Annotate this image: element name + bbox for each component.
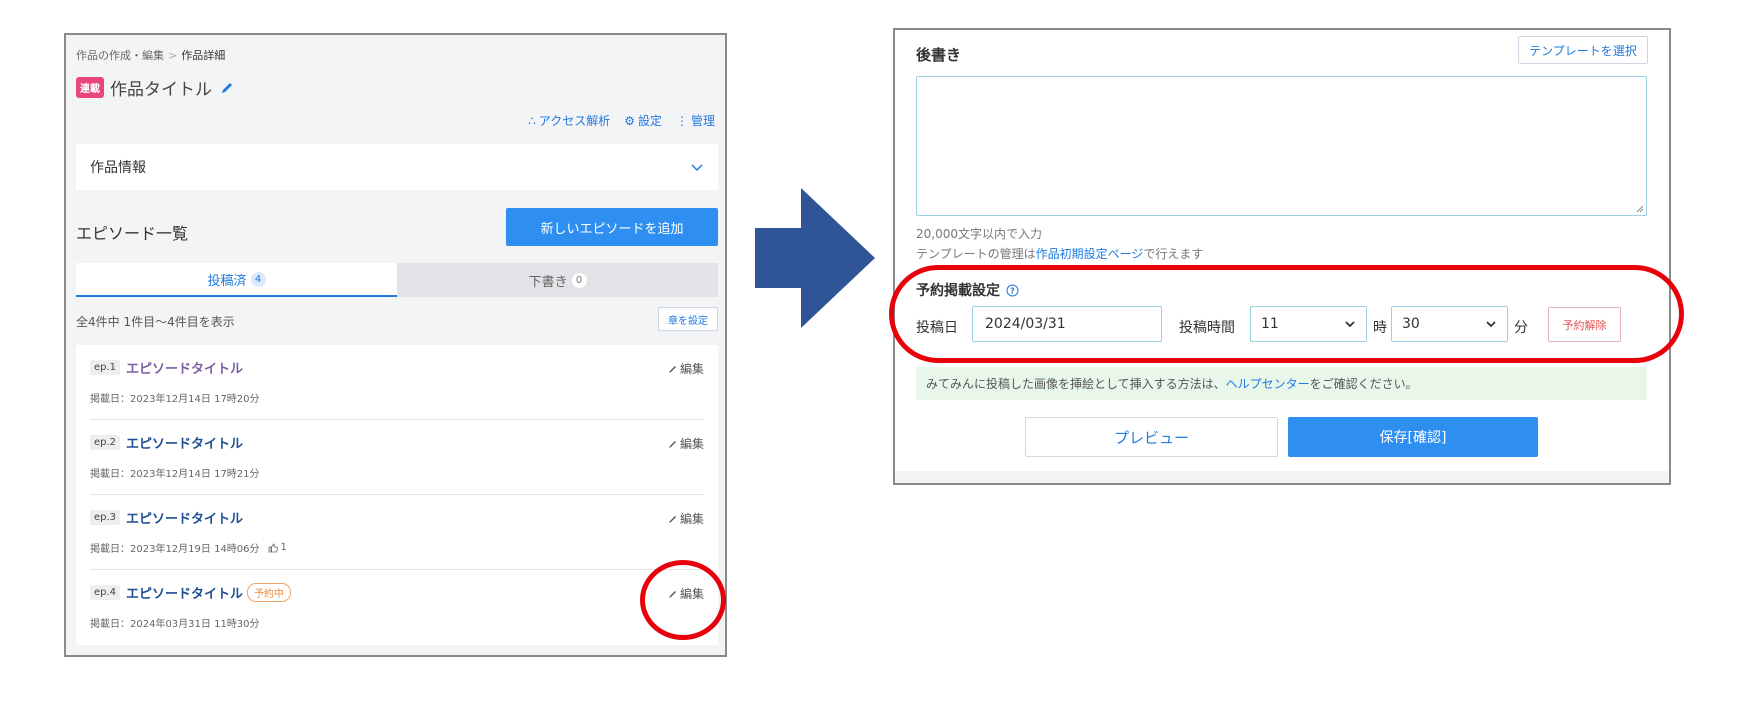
episode-number: ep.2 [90,435,121,450]
episode-title-row: ep.4 エピソードタイトル 予約中 [90,583,292,602]
breadcrumb: 作品の作成・編集 > 作品詳細 [76,47,225,63]
work-info-label: 作品情報 [90,160,146,176]
template-hint: テンプレートの管理は作品初期設定ページで行えます [916,245,1203,262]
list-item: ep.3 エピソードタイトル 掲載日：2023年12月19日 14時06分 1 … [90,495,704,570]
edit-label: 編集 [679,512,704,526]
template-hint-after: で行えます [1143,247,1204,261]
episode-editor-screenshot: 後書き テンプレートを選択 20,000文字以内で入力 テンプレートの管理は作品… [893,28,1671,485]
add-episode-button[interactable]: 新しいエピソードを追加 [506,208,718,246]
edit-episode-link[interactable]: 編集 [668,435,704,452]
chevron-down-icon [691,164,703,172]
episode-list-heading: エピソード一覧 [76,224,189,243]
episode-title-link[interactable]: エピソードタイトル [126,508,243,527]
tab-published-label: 投稿済 [207,273,247,289]
pencil-icon [668,365,676,373]
like-count: 1 [280,542,287,553]
edit-episode-link[interactable]: 編集 [668,360,704,377]
pencil-icon [668,440,676,448]
pencil-icon [668,515,676,523]
episode-title-link[interactable]: エピソードタイトル [126,433,243,452]
edit-label: 編集 [679,437,704,451]
highlight-circle-edit [640,560,726,640]
afterword-textarea[interactable] [916,76,1647,216]
info-after: をご確認ください。 [1309,377,1418,391]
chart-icon: ∴ [528,114,536,128]
result-summary: 全4件中 1件目〜4件目を表示 [76,315,235,329]
panel-footer-strip [895,471,1669,483]
char-limit-hint: 20,000文字以内で入力 [916,227,1042,241]
episode-date: 掲載日：2023年12月14日 17時20分 [90,390,260,405]
initial-settings-link[interactable]: 作品初期設定ページ [1036,247,1144,261]
save-confirm-button[interactable]: 保存[確認] [1288,417,1538,457]
settings-link[interactable]: ⚙ 設定 [624,112,662,129]
tab-published-count: 4 [250,271,266,287]
episode-title-link[interactable]: エピソードタイトル [126,583,243,602]
tab-drafts[interactable]: 下書き 0 [397,263,718,297]
episode-title-row: ep.2 エピソードタイトル [90,433,243,452]
edit-episode-link[interactable]: 編集 [668,510,704,527]
episode-date: 掲載日：2024年03月31日 11時30分 [90,615,260,630]
episode-date-text: 掲載日：2023年12月14日 17時20分 [90,394,260,405]
list-item: ep.4 エピソードタイトル 予約中 掲載日：2024年03月31日 11時30… [90,570,704,645]
episode-date-text: 掲載日：2024年03月31日 11時30分 [90,619,260,630]
list-item: ep.2 エピソードタイトル 掲載日：2023年12月14日 17時21分 編集 [90,420,704,495]
edit-label: 編集 [679,362,704,376]
work-title-row: 連載 作品タイトル [76,75,234,100]
pencil-icon[interactable] [220,81,234,95]
gear-icon: ⚙ [624,114,635,128]
episode-number: ep.3 [90,510,121,525]
kebab-icon: ⋮ [675,114,688,128]
analytics-link[interactable]: ∴ アクセス解析 [528,112,610,129]
afterword-label: 後書き [916,46,962,64]
right-arrow-icon [755,188,875,328]
scheduled-badge: 予約中 [247,583,292,602]
manage-link[interactable]: ⋮ 管理 [676,112,715,129]
help-center-link[interactable]: ヘルプセンター [1226,375,1310,392]
work-title: 作品タイトル [110,80,212,100]
episode-number: ep.1 [90,360,121,375]
template-hint-before: テンプレートの管理は [916,247,1036,261]
episode-title-row: ep.3 エピソードタイトル [90,508,243,527]
episode-date-text: 掲載日：2023年12月14日 17時21分 [90,469,260,480]
episode-title-row: ep.1 エピソードタイトル [90,358,243,377]
list-item: ep.1 エピソードタイトル 掲載日：2023年12月14日 17時20分 編集 [90,345,704,420]
thumbs-up-icon [268,543,278,552]
breadcrumb-current: 作品詳細 [181,49,226,62]
set-chapter-button[interactable]: 章を設定 [658,307,718,331]
episode-date-text: 掲載日：2023年12月19日 14時06分 [90,544,260,555]
series-badge: 連載 [76,77,104,98]
work-info-accordion[interactable]: 作品情報 [76,144,718,190]
episode-date: 掲載日：2023年12月14日 17時21分 [90,465,260,480]
episode-title-link[interactable]: エピソードタイトル [126,358,243,377]
mitemin-info-notice: みてみんに投稿した画像を挿絵として挿入する方法は、 ヘルプセンター をご確認ください… [916,367,1647,400]
highlight-circle-schedule [889,265,1684,363]
episode-list: ep.1 エピソードタイトル 掲載日：2023年12月14日 17時20分 編集… [76,345,718,645]
preview-button[interactable]: プレビュー [1025,417,1278,457]
analytics-label: アクセス解析 [538,114,611,128]
tab-drafts-label: 下書き [528,274,568,290]
tab-drafts-count: 0 [571,272,587,288]
manage-label: 管理 [690,114,715,128]
episode-number: ep.4 [90,585,121,600]
settings-label: 設定 [637,114,662,128]
episode-date: 掲載日：2023年12月19日 14時06分 1 [90,540,287,555]
info-before: みてみんに投稿した画像を挿絵として挿入する方法は、 [926,377,1226,391]
work-tools: ∴ アクセス解析 ⚙ 設定 ⋮ 管理 [528,112,715,129]
episode-list-screenshot: 作品の作成・編集 > 作品詳細 連載 作品タイトル ∴ アクセス解析 ⚙ 設定 ⋮ 管理 … [64,33,727,657]
episode-tabs: 投稿済 4 下書き 0 [76,263,718,297]
resize-grip-icon[interactable] [1636,205,1644,213]
breadcrumb-parent-link[interactable]: 作品の作成・編集 [76,49,164,62]
select-template-button[interactable]: テンプレートを選択 [1518,36,1648,64]
breadcrumb-separator-icon: > [168,49,178,62]
tab-published[interactable]: 投稿済 4 [76,263,397,297]
